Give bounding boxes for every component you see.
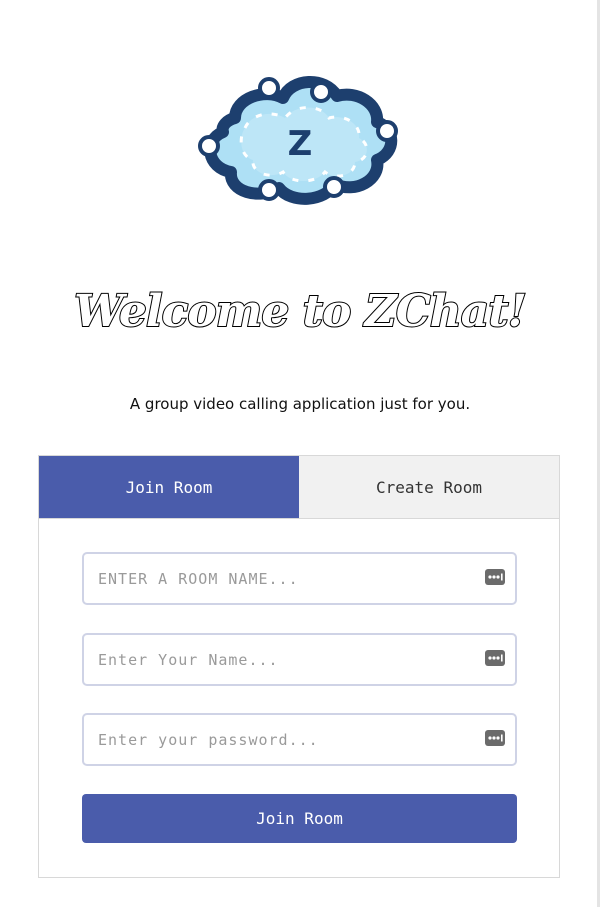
password-manager-icon[interactable] [485,730,505,746]
password-input[interactable] [84,715,478,764]
room-name-input[interactable] [84,554,478,603]
password-manager-icon[interactable] [485,650,505,666]
room-form-card: Join Room Create Room ENTER A ROOM NAME.… [38,455,560,878]
password-manager-icon[interactable] [485,569,505,585]
your-name-field [82,633,517,686]
zchat-logo: Z [195,70,405,210]
room-name-field [82,552,517,605]
page-title: Welcome to ZChat! [73,285,528,338]
tab-create-room[interactable]: Create Room [299,456,559,518]
password-field [82,713,517,766]
logo-letter: Z [288,124,313,164]
room-tabs: Join Room Create Room [39,456,559,519]
tab-join-room[interactable]: Join Room [39,456,299,518]
your-name-input[interactable] [84,635,478,684]
join-room-button[interactable]: Join Room [82,794,517,843]
cloud-logo-icon: Z [198,76,398,205]
page-subtitle: A group video calling application just f… [129,395,471,413]
